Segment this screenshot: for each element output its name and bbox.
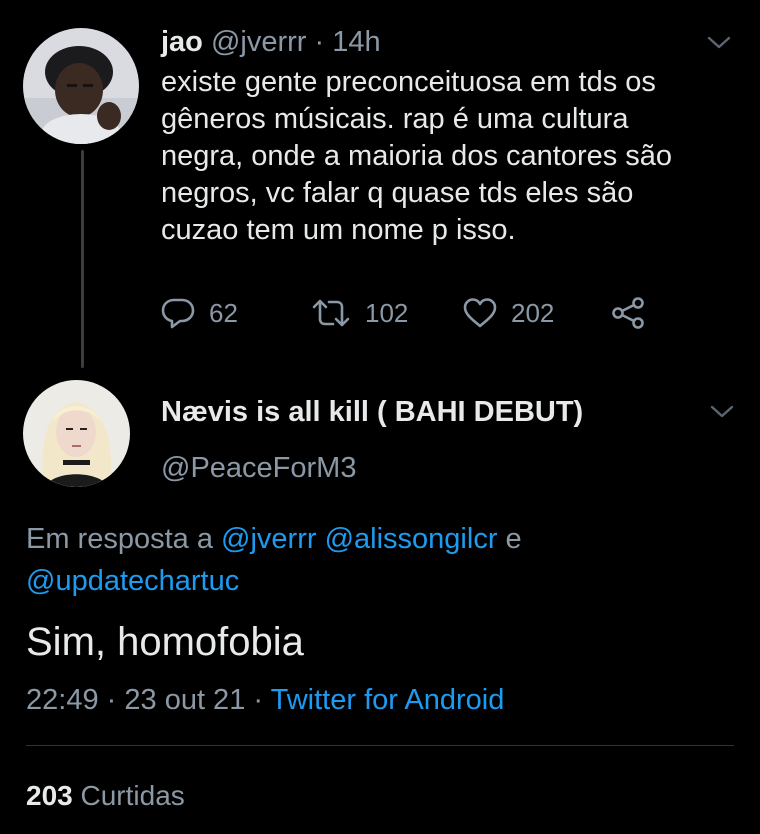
mention-link[interactable]: @alissongilcr: [325, 523, 498, 555]
tweet1-text-line: existe gente preconceituosa em tds os: [161, 66, 656, 98]
tweet-source-link[interactable]: Twitter for Android: [271, 684, 505, 716]
tweet1-text-line: negra, onde a maioria dos cantores são: [161, 140, 673, 172]
tweet2-meta: 22:49 · 23 out 21 · Twitter for Android: [26, 680, 504, 720]
mention-link[interactable]: @updatechartuc: [26, 565, 239, 597]
tweet2-handle[interactable]: @PeaceForM3: [161, 448, 356, 488]
reply-count: 62: [209, 297, 238, 328]
meta-separator: ·: [106, 684, 117, 716]
tweet2-display-name[interactable]: Nævis is all kill ( BAHI DEBUT): [161, 392, 583, 432]
tweet1-display-name[interactable]: jao: [161, 26, 203, 58]
tweet1-header: jao @jverrr · 14h: [161, 24, 381, 60]
reply-button[interactable]: 62: [161, 293, 238, 333]
likes-count: 203: [26, 780, 73, 811]
retweet-icon: [312, 299, 350, 327]
divider: [26, 745, 734, 746]
tweet2-text: Sim, homofobia: [26, 620, 304, 664]
retweet-count: 102: [365, 297, 409, 328]
retweet-button[interactable]: 102: [311, 293, 408, 333]
tweet1-text-line: negros, vc falar q quase tds eles são: [161, 177, 634, 209]
avatar-jao[interactable]: [23, 28, 139, 144]
reply-conjunction: e: [505, 523, 522, 555]
tweet1-text: existe gente preconceituosa em tds os gê…: [161, 64, 731, 249]
chevron-down-icon[interactable]: [708, 402, 736, 422]
tweet2-time[interactable]: 22:49: [26, 684, 99, 716]
likes-summary[interactable]: 203 Curtidas: [26, 776, 185, 816]
reply-context: Em resposta a @jverrr @alissongilcr e @u…: [26, 518, 726, 602]
reply-prefix: Em resposta a: [26, 523, 213, 555]
like-button[interactable]: 202: [463, 293, 554, 333]
mention-link[interactable]: @jverrr: [221, 523, 316, 555]
tweet1-separator: ·: [314, 26, 325, 58]
likes-label: Curtidas: [80, 780, 185, 811]
meta-separator: ·: [253, 684, 264, 716]
share-button[interactable]: [611, 293, 645, 333]
thread-connector-line: [81, 150, 84, 368]
like-count: 202: [511, 297, 555, 328]
tweet2-date[interactable]: 23 out 21: [124, 684, 245, 716]
tweet1-handle[interactable]: @jverrr: [211, 26, 306, 58]
avatar-peaceform3[interactable]: [23, 380, 130, 487]
tweet1-time[interactable]: 14h: [332, 26, 380, 58]
like-icon: [463, 298, 497, 328]
reply-icon: [161, 298, 195, 329]
chevron-down-icon[interactable]: [705, 33, 733, 53]
tweet1-text-line: cuzao tem um nome p isso.: [161, 214, 516, 246]
share-icon: [612, 297, 644, 329]
tweet1-text-line: gêneros músicais. rap é uma cultura: [161, 103, 629, 135]
